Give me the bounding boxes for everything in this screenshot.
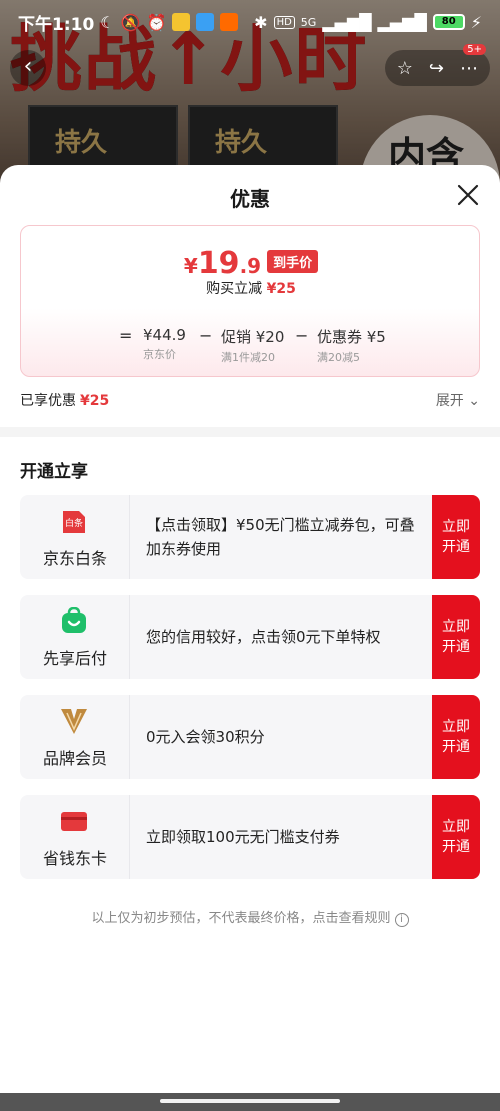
saved-row: 已享优惠 ¥25 展开 ⌄ (20, 390, 480, 410)
chevron-left-icon: ‹ (23, 54, 33, 79)
equals-sign: = (119, 326, 133, 345)
shopping-bag-icon (62, 607, 86, 633)
offer-brand: 白条 京东白条 (20, 495, 130, 579)
home-indicator[interactable] (160, 1099, 340, 1103)
offer-pay-later[interactable]: 先享后付 您的信用较好，点击领0元下单特权 立即开通 (20, 595, 480, 679)
jd-baitiao-icon: 白条 (63, 511, 85, 533)
signal-icon: ▂▄▆█ (322, 12, 372, 32)
offer-description: 0元入会领30积分 (146, 728, 265, 746)
price-integer: 19 (197, 246, 240, 281)
reduce-label: 购买立减 (206, 281, 263, 297)
final-price-badge: 到手价 (267, 250, 319, 273)
offer-description: 【点击领取】¥50无门槛立减券包，可叠加东券使用 (146, 516, 415, 558)
charging-icon: ⚡ (470, 12, 482, 32)
final-price: ¥19.9 到手价 (21, 246, 479, 281)
hd-icon: HD (273, 15, 295, 29)
activate-button[interactable]: 立即开通 (432, 795, 480, 879)
section-divider (0, 427, 500, 437)
coupon-discount: 优惠券 ¥5 满20减5 (317, 328, 386, 364)
app-notification-icon (196, 13, 215, 31)
minus-sign: − (199, 326, 213, 345)
network-label: 5G (300, 15, 317, 29)
mi-icon (220, 13, 239, 31)
svg-text:白条: 白条 (65, 517, 83, 529)
offer-brand: 先享后付 (20, 595, 130, 679)
close-icon (457, 184, 479, 206)
offer-description: 立即领取100元无门槛支付券 (146, 828, 340, 846)
activate-button[interactable]: 立即开通 (432, 695, 480, 779)
alarm-icon: ⏰ (146, 12, 167, 32)
offer-brand-member[interactable]: 品牌会员 0元入会领30积分 立即开通 (20, 695, 480, 779)
top-nav: ‹ ☆ ↪ ⋯ 5+ (0, 44, 500, 86)
expand-button[interactable]: 展开 ⌄ (436, 390, 480, 410)
footer-note-text: 以上仅为初步预估，不代表最终价格，点击查看规则 (91, 911, 391, 926)
promo-discount: 促销 ¥20 满1件减20 (221, 328, 285, 364)
offer-name: 先享后付 (42, 649, 107, 668)
more-icon[interactable]: ⋯ (460, 58, 478, 79)
info-icon[interactable]: i (394, 913, 409, 927)
brand-v-icon (61, 709, 87, 734)
signal-icon: ▂▄▆█ (377, 12, 427, 32)
reduce-line: 购买立减 ¥25 (21, 278, 479, 298)
back-button[interactable]: ‹ (10, 50, 46, 86)
offer-jd-baitiao[interactable]: 白条 京东白条 【点击领取】¥50无门槛立减券包，可叠加东券使用 立即开通 (20, 495, 480, 579)
offer-brand: 省钱东卡 (20, 795, 130, 879)
card-icon (61, 812, 87, 831)
offer-name: 省钱东卡 (42, 849, 107, 868)
close-button[interactable] (456, 183, 480, 207)
discount-sheet: 优惠 ¥19.9 到手价 购买立减 ¥25 = ¥44.9 京东价 − 促销 ¥2… (0, 165, 500, 1111)
reduce-amount: ¥25 (266, 281, 296, 297)
currency-symbol: ¥ (183, 254, 198, 278)
offer-description: 您的信用较好，点击领0元下单特权 (146, 628, 381, 646)
offer-name: 京东白条 (42, 549, 107, 568)
minus-sign: − (295, 326, 309, 345)
offer-name: 品牌会员 (42, 749, 107, 768)
base-price: ¥44.9 京东价 (143, 326, 186, 361)
share-icon[interactable]: ↪ (429, 58, 444, 79)
notification-badge: 5+ (463, 44, 486, 55)
section-title: 开通立享 (20, 462, 88, 482)
sheet-title: 优惠 (230, 187, 270, 211)
moon-icon: ☾ (100, 12, 115, 32)
app-notification-icon (172, 13, 191, 31)
home-indicator-bar (0, 1093, 500, 1111)
star-icon[interactable]: ☆ (397, 58, 413, 79)
saved-label: 已享优惠 (20, 393, 76, 409)
offer-brand: 品牌会员 (20, 695, 130, 779)
bluetooth-icon: ✱ (254, 12, 268, 32)
activate-button[interactable]: 立即开通 (432, 495, 480, 579)
status-bar: 下午1:10 ☾ 🔕 ⏰ ✱ HD 5G ▂▄▆█ ▂▄▆█ 80 ⚡ (0, 0, 500, 44)
price-card: ¥19.9 到手价 购买立减 ¥25 = ¥44.9 京东价 − 促销 ¥20 满… (20, 225, 480, 377)
status-time: 下午1:10 (18, 14, 95, 35)
battery-icon: 80 (432, 14, 465, 30)
footer-note[interactable]: 以上仅为初步预估，不代表最终价格，点击查看规则 i (0, 907, 500, 927)
status-right: ✱ HD 5G ▂▄▆█ ▂▄▆█ 80 ⚡ (254, 13, 482, 32)
nav-actions: ☆ ↪ ⋯ 5+ (384, 44, 490, 86)
bell-off-icon: 🔕 (120, 12, 141, 32)
price-decimal: .9 (239, 254, 262, 278)
saved-amount: ¥25 (80, 393, 110, 409)
offer-saving-card[interactable]: 省钱东卡 立即领取100元无门槛支付券 立即开通 (20, 795, 480, 879)
price-breakdown: = ¥44.9 京东价 − 促销 ¥20 满1件减20 − 优惠券 ¥5 满20… (21, 326, 479, 372)
activate-button[interactable]: 立即开通 (432, 595, 480, 679)
